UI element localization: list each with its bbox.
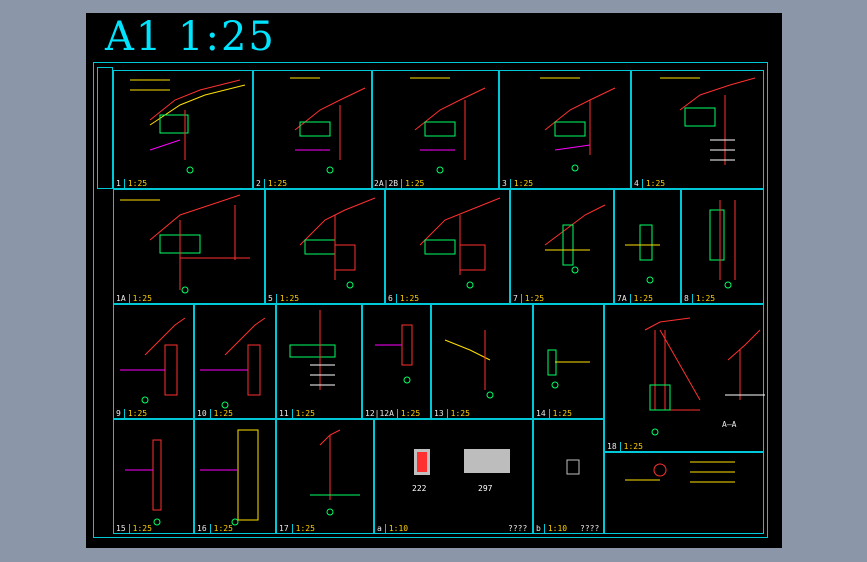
detail-label-7a: 7A 1:25: [617, 294, 653, 303]
detail-label-7: 7 1:25: [513, 294, 545, 303]
detail-label-b: b 1:10: [536, 524, 568, 533]
detail-label-3: 3 1:25: [502, 179, 534, 188]
detail-label-2a: 2A|2B 1:25: [374, 179, 425, 188]
detail-label-10: 10 1:25: [197, 409, 233, 418]
detail-label-18: 18 1:25: [607, 442, 643, 451]
detail-label-5: 5 1:25: [268, 294, 300, 303]
detail-label-1a: 1A 1:25: [116, 294, 152, 303]
detail-label-4: 4 1:25: [634, 179, 666, 188]
detail-label-6: 6 1:25: [388, 294, 420, 303]
cell-b-extra: ????: [580, 524, 600, 533]
detail-label-11: 11 1:25: [279, 409, 315, 418]
detail-label-17: 17 1:25: [279, 524, 315, 533]
detail-label-9: 9 1:25: [116, 409, 148, 418]
thumbnail-label-left: 222: [412, 484, 427, 493]
detail-label-8: 8 1:25: [684, 294, 716, 303]
detail-label-a: a 1:10: [377, 524, 409, 533]
section-label-aa: A—A: [722, 420, 737, 429]
detail-label-12: 12|12A 1:25: [365, 409, 421, 418]
detail-label-16: 16 1:25: [197, 524, 233, 533]
detail-label-13: 13 1:25: [434, 409, 470, 418]
thumbnail-label-right: 297: [478, 484, 493, 493]
detail-label-2: 2 1:25: [256, 179, 288, 188]
cell-a-extra: ????: [508, 524, 528, 533]
detail-label-15: 15 1:25: [116, 524, 152, 533]
detail-label-1: 1 1:25: [116, 179, 148, 188]
cad-linework: [120, 77, 765, 526]
detail-label-14: 14 1:25: [536, 409, 572, 418]
